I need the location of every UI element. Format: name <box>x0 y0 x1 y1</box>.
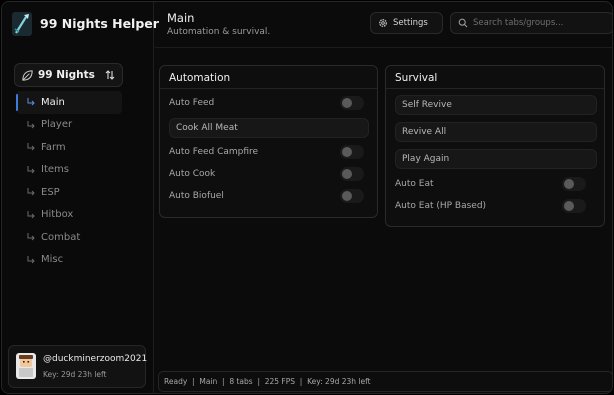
swap-arrows-icon[interactable] <box>104 69 116 81</box>
page-subtitle: Automation & survival. <box>167 27 271 37</box>
revive-all-label: Revive All <box>402 127 447 137</box>
game-selector[interactable]: 99 Nights <box>14 63 123 87</box>
sidebar-item-label: Items <box>41 164 69 176</box>
self-revive-label: Self Revive <box>402 100 452 110</box>
user-card: @duckminerzoom2021 Key: 29d 23h left <box>8 345 148 388</box>
sidebar-item-label: Main <box>41 96 65 108</box>
sidebar-item-hitbox[interactable]: Hitbox <box>16 204 122 227</box>
panel-divider <box>386 88 604 89</box>
auto-biofuel-label: Auto Biofuel <box>169 191 224 201</box>
search-icon <box>458 18 468 28</box>
revive-all-button[interactable]: Revive All <box>395 122 597 142</box>
game-selector-label: 99 Nights <box>38 69 95 81</box>
auto-feed-label: Auto Feed <box>169 98 215 108</box>
leaf-icon <box>22 69 33 81</box>
auto-cook-row: Auto Cook <box>169 165 215 183</box>
auto-cook-label: Auto Cook <box>169 169 216 179</box>
search-box[interactable] <box>450 12 612 34</box>
auto-biofuel-row: Auto Biofuel <box>169 187 224 205</box>
sidebar-item-label: ESP <box>41 186 60 198</box>
auto-feed-campfire-row: Auto Feed Campfire <box>169 143 258 161</box>
sidebar-item-farm[interactable]: Farm <box>16 136 122 159</box>
play-again-label: Play Again <box>402 154 450 164</box>
play-again-button[interactable]: Play Again <box>395 149 597 169</box>
auto-biofuel-toggle[interactable] <box>340 189 364 203</box>
auto-feed-toggle[interactable] <box>340 96 364 110</box>
sidebar-item-label: Player <box>41 119 73 131</box>
toggle-knob <box>564 179 574 189</box>
status-bar: Ready | Main | 8 tabs | 225 FPS | Key: 2… <box>158 371 612 392</box>
panel-divider <box>160 88 377 89</box>
app-window: 99 Nights Helper 99 Nights Main Player F… <box>1 1 613 394</box>
page-title: Main <box>167 11 195 25</box>
sidebar-item-main[interactable]: Main <box>16 91 122 114</box>
auto-cook-toggle[interactable] <box>340 167 364 181</box>
sidebar-item-player[interactable]: Player <box>16 114 122 137</box>
auto-eat-hp-toggle[interactable] <box>562 199 586 213</box>
sidebar: 99 Nights Helper 99 Nights Main Player F… <box>2 2 159 393</box>
auto-eat-toggle[interactable] <box>562 177 586 191</box>
auto-feed-campfire-label: Auto Feed Campfire <box>169 147 259 157</box>
sidebar-item-label: Farm <box>41 141 66 153</box>
sidebar-item-misc[interactable]: Misc <box>16 249 122 272</box>
toggle-knob <box>342 169 352 179</box>
survival-panel: Survival Self Revive Revive All Play Aga… <box>385 65 605 227</box>
sidebar-nav: Main Player Farm Items ESP Hitbox Combat… <box>16 91 122 271</box>
return-arrow-icon <box>27 255 35 264</box>
return-arrow-icon <box>27 143 35 151</box>
sidebar-item-combat[interactable]: Combat <box>16 226 122 249</box>
toggle-knob <box>564 201 574 211</box>
auto-eat-label: Auto Eat <box>395 179 434 189</box>
auto-feed-row: Auto Feed <box>169 94 214 112</box>
return-arrow-icon <box>27 188 35 196</box>
return-arrow-icon <box>27 120 35 129</box>
automation-title: Automation <box>169 72 231 84</box>
sidebar-item-esp[interactable]: ESP <box>16 181 122 204</box>
auto-eat-row: Auto Eat <box>395 175 434 193</box>
spear-logo-icon <box>12 12 32 36</box>
status-text: Ready | Main | 8 tabs | 225 FPS | Key: 2… <box>164 377 371 386</box>
auto-eat-hp-row: Auto Eat (HP Based) <box>395 197 486 215</box>
auto-eat-hp-label: Auto Eat (HP Based) <box>395 201 487 211</box>
search-input[interactable] <box>473 18 612 28</box>
survival-title: Survival <box>395 72 438 84</box>
return-arrow-icon <box>27 233 35 241</box>
auto-feed-campfire-toggle[interactable] <box>340 145 364 159</box>
automation-panel: Automation Auto Feed Cook All Meat Auto … <box>159 65 378 218</box>
username: @duckminerzoom2021 <box>43 354 148 364</box>
toggle-knob <box>342 98 352 108</box>
header-divider <box>155 47 612 48</box>
self-revive-button[interactable]: Self Revive <box>395 95 597 115</box>
gear-icon <box>379 19 387 27</box>
avatar <box>16 353 36 379</box>
return-arrow-icon <box>27 210 35 219</box>
cook-all-meat-label: Cook All Meat <box>176 123 238 133</box>
cook-all-meat-button[interactable]: Cook All Meat <box>169 118 369 138</box>
settings-button[interactable]: Settings <box>370 12 443 34</box>
sidebar-item-items[interactable]: Items <box>16 159 122 182</box>
return-arrow-icon <box>27 98 35 106</box>
toggle-knob <box>342 191 352 201</box>
sidebar-item-label: Misc <box>41 254 64 266</box>
key-remaining: Key: 29d 23h left <box>43 370 107 379</box>
sidebar-item-label: Combat <box>41 231 81 243</box>
return-arrow-icon <box>27 165 35 174</box>
sidebar-item-label: Hitbox <box>41 209 74 221</box>
settings-label: Settings <box>393 18 428 28</box>
toggle-knob <box>342 147 352 157</box>
app-title: 99 Nights Helper <box>40 16 159 31</box>
